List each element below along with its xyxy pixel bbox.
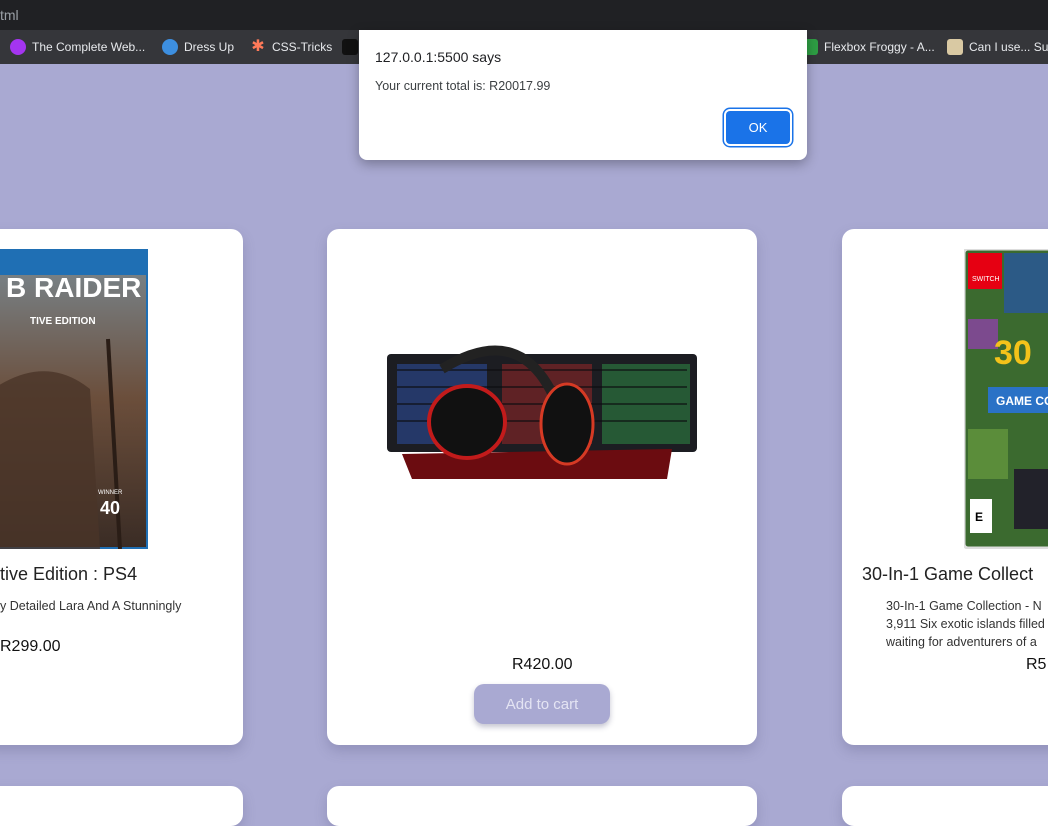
product-description: 30-In-1 Game Collection - N 3,911 Six ex… [886,597,1048,651]
product-price: R299.00 [0,638,61,655]
bookmark-unknown[interactable] [342,30,358,64]
add-to-cart-button[interactable]: Add to cart [474,684,610,724]
tomb-raider-cover-image: B RAIDER TIVE EDITION WINNER 40 [0,249,148,549]
game-collection-cover-image: SWITCH 30 GAME CO E [964,249,1048,549]
dress-up-icon [162,39,178,55]
bookmark-complete-web[interactable]: The Complete Web... [10,30,145,64]
product-title: 30-In-1 Game Collect [862,564,1034,584]
gaming-bundle-image [387,345,697,479]
product-price: R420.00 [512,656,573,673]
svg-text:SWITCH: SWITCH [972,276,1000,283]
product-title: tive Edition : PS4 [0,564,138,584]
svg-text:WINNER: WINNER [98,490,123,496]
svg-text:40: 40 [100,498,120,518]
product-description: y Detailed Lara And A Stunningly [0,599,182,613]
bookmark-css-tricks[interactable]: ✱ CSS-Tricks [250,30,332,64]
bookmark-can-i-use[interactable]: Can I use... Sup [947,30,1048,64]
ok-button[interactable]: OK [726,111,790,144]
svg-text:GAME CO: GAME CO [996,394,1048,408]
product-card [0,786,243,826]
svg-text:30: 30 [994,334,1032,372]
product-price: R5 [1026,656,1047,673]
dialog-title: 127.0.0.1:5500 says [375,49,502,65]
product-card: R420.00 Add to cart [327,229,757,745]
address-bar[interactable]: tml [0,0,1048,30]
caniuse-icon [947,39,963,55]
product-card: SWITCH 30 GAME CO E 30-In-1 Game Collect… [842,229,1048,745]
product-description-line: 30-In-1 Game Collection - N [886,599,1042,613]
alert-dialog: 127.0.0.1:5500 says Your current total i… [359,30,807,160]
bookmark-dress-up[interactable]: Dress Up [162,30,234,64]
product-description-line: waiting for adventurers of a [886,635,1037,649]
dialog-message: Your current total is: R20017.99 [375,79,551,93]
url-text: tml [0,7,19,23]
bookmark-flexbox-froggy[interactable]: Flexbox Froggy - A... [802,30,935,64]
bookmark-icon [342,39,358,55]
svg-text:TIVE EDITION: TIVE EDITION [30,316,96,327]
svg-text:E: E [975,510,983,524]
product-card [842,786,1048,826]
udemy-icon [10,39,26,55]
product-description-line: 3,911 Six exotic islands filled w [886,617,1048,631]
product-card [327,786,757,826]
css-tricks-icon: ✱ [251,38,265,55]
svg-text:B RAIDER: B RAIDER [6,272,141,303]
product-card: B RAIDER TIVE EDITION WINNER 40 tive Edi… [0,229,243,745]
